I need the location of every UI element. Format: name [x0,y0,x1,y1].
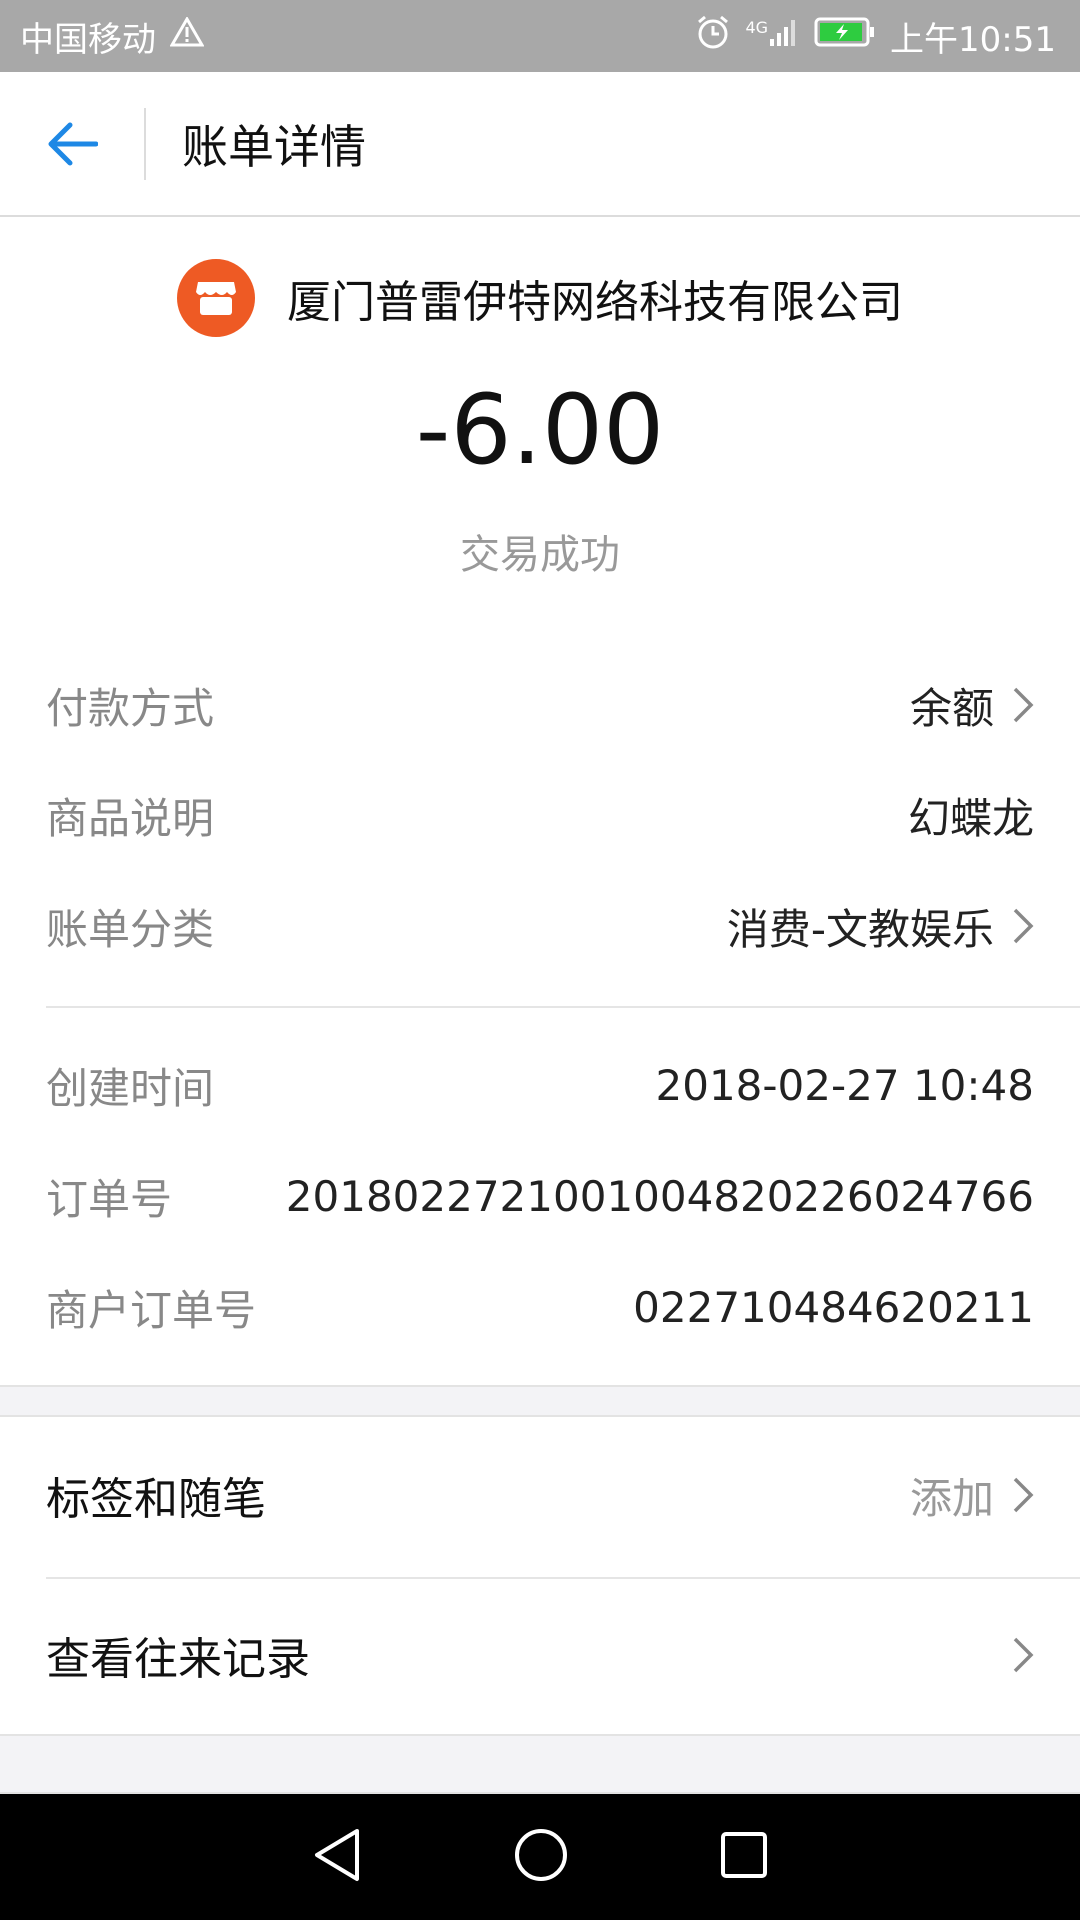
section-divider [46,1006,1080,1008]
triangle-back-icon[interactable] [311,1827,363,1887]
warning-triangle-icon [169,15,205,56]
nav-bar: 账单详情 [0,72,1080,217]
chevron-right-icon [1013,687,1034,723]
bottom-gap [0,1734,1080,1794]
circle-home-icon[interactable] [513,1827,569,1887]
battery-charging-icon [814,16,876,57]
payment-method-row[interactable]: 付款方式 余额 [46,650,1034,760]
clock-time: 上午10:51 [890,19,1056,60]
created-time-row: 创建时间 2018-02-27 10:48 [46,1030,1034,1140]
add-link[interactable]: 添加 [910,1465,994,1526]
row-divider [46,1577,1080,1579]
product-desc-label: 商品说明 [46,793,215,843]
merchant-name: 厦门普雷伊特网络科技有限公司 [287,277,903,328]
order-no-row: 订单号 2018022721001004820226024766 [46,1141,1034,1251]
merchant-order-no-row: 商户订单号 022710484620211 [46,1252,1034,1362]
tags-notes-action: 添加 [910,1465,1034,1526]
tags-notes-row[interactable]: 标签和随笔 添加 [46,1440,1034,1550]
bill-category-row[interactable]: 账单分类 消费-文教娱乐 [46,871,1034,981]
merchant-order-no-value: 022710484620211 [633,1282,1034,1332]
product-desc-row: 商品说明 幻蝶龙 [46,760,1034,870]
section-gap [0,1385,1080,1417]
page-title: 账单详情 [182,119,366,174]
carrier-label: 中国移动 [20,19,156,60]
payment-method-value: 余额 [910,675,1034,736]
arrow-left-icon [48,122,98,165]
network-type: 4G [745,17,769,37]
bill-category-label: 账单分类 [46,904,215,954]
tags-notes-label: 标签和随笔 [46,1474,266,1525]
square-recents-icon[interactable] [719,1830,769,1884]
transaction-amount: -6.00 [415,374,665,486]
order-no-label: 订单号 [46,1174,173,1224]
order-no-value: 2018022721001004820226024766 [285,1171,1034,1221]
history-action [1012,1636,1034,1674]
created-time-value: 2018-02-27 10:48 [655,1060,1034,1110]
store-icon [177,259,255,337]
chevron-right-icon [1013,1477,1034,1513]
signal-bars-icon [768,16,800,56]
bill-category-text: 消费-文教娱乐 [726,904,994,954]
transaction-header: 厦门普雷伊特网络科技有限公司 -6.00 交易成功 [0,219,1080,619]
product-desc-value: 幻蝶龙 [907,793,1034,843]
transaction-status: 交易成功 [460,532,620,578]
merchant-order-no-label: 商户订单号 [46,1285,257,1335]
system-nav-bar [0,1794,1080,1920]
chevron-right-icon [1013,908,1034,944]
merchant-info: 厦门普雷伊特网络科技有限公司 [0,259,1080,337]
alarm-clock-icon [695,14,731,59]
status-bar: 中国移动 4G 上午10:51 [0,0,1080,72]
bill-category-value: 消费-文教娱乐 [727,896,1034,957]
payment-method-text: 余额 [909,683,994,733]
history-label: 查看往来记录 [46,1634,310,1685]
chevron-right-icon [1013,1637,1034,1673]
history-row[interactable]: 查看往来记录 [46,1600,1034,1710]
nav-divider [144,107,146,180]
created-time-label: 创建时间 [46,1063,215,1113]
back-button[interactable] [0,71,144,216]
payment-method-label: 付款方式 [46,683,215,733]
